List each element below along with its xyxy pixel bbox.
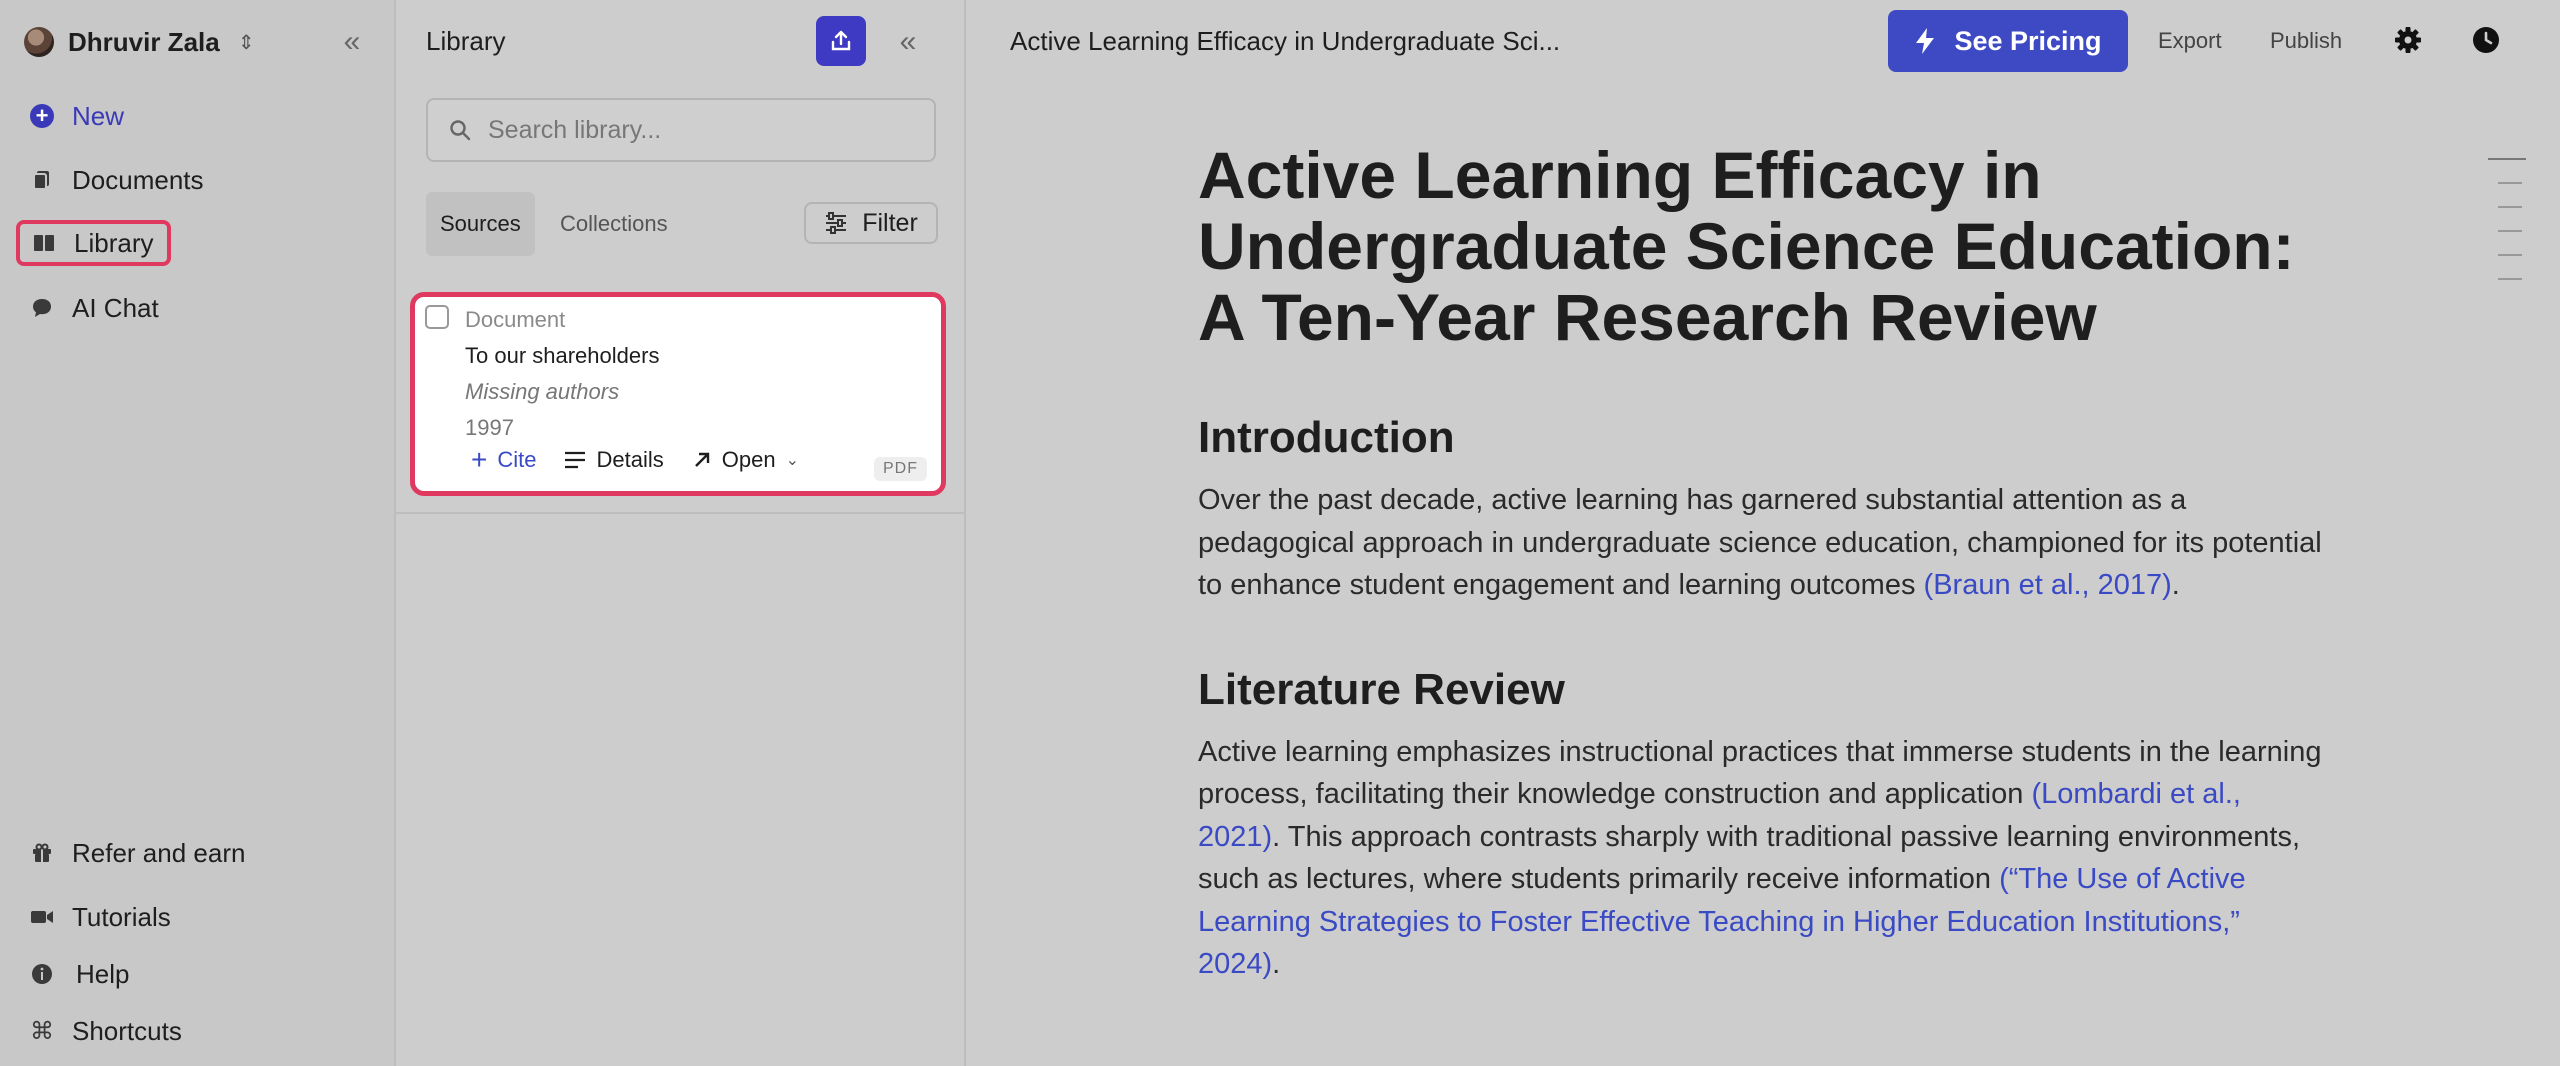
upload-button[interactable]: [816, 16, 866, 66]
nav-tutorials[interactable]: Tutorials: [20, 894, 185, 940]
nav-refer-and-earn[interactable]: Refer and earn: [20, 830, 259, 876]
nav-new-label: New: [72, 100, 125, 131]
outline-marker[interactable]: [2498, 206, 2522, 208]
nav-new[interactable]: + New: [20, 93, 138, 139]
search-input[interactable]: [488, 115, 908, 145]
details-button[interactable]: Details: [564, 447, 664, 473]
user-name: Dhruvir Zala: [68, 26, 220, 57]
nav-documents-label: Documents: [72, 164, 204, 195]
video-camera-icon: [30, 905, 54, 929]
open-label: Open: [721, 447, 776, 472]
source-checkbox[interactable]: [425, 305, 449, 329]
see-pricing-label: See Pricing: [1954, 25, 2102, 56]
library-title: Library: [426, 26, 506, 56]
search-library[interactable]: [426, 98, 936, 162]
chat-bubble-icon: [30, 296, 54, 320]
document-title-tab[interactable]: Active Learning Efficacy in Undergraduat…: [1010, 26, 1560, 57]
source-title: To our shareholders: [465, 343, 660, 368]
nav-documents[interactable]: Documents: [20, 157, 218, 203]
source-authors: Missing authors: [465, 379, 620, 404]
sliders-icon: [826, 212, 847, 234]
plus-icon: +: [471, 444, 488, 475]
nav-shortcuts-label: Shortcuts: [72, 1015, 182, 1046]
outline-minimap[interactable]: [2488, 158, 2526, 302]
collapse-library-button[interactable]: «: [888, 22, 928, 62]
list-icon: [565, 451, 586, 469]
source-year: 1997: [465, 415, 514, 440]
avatar: [24, 27, 54, 57]
lightning-icon: [1916, 28, 1935, 54]
pdf-badge: PDF: [874, 457, 927, 481]
open-button[interactable]: Open ⌄: [692, 447, 799, 473]
documents-icon: [30, 168, 54, 192]
outline-marker[interactable]: [2498, 254, 2522, 256]
chevron-up-down-icon: ⇕: [237, 31, 255, 54]
source-actions: + Cite Details Open ⌄: [465, 444, 799, 475]
see-pricing-button[interactable]: See Pricing: [1888, 10, 2128, 72]
chevron-down-icon: ⌄: [785, 452, 799, 469]
command-key-icon: ⌘: [30, 1017, 54, 1045]
clock-icon: [2473, 27, 2499, 53]
workspace-switcher[interactable]: Dhruvir Zala ⇕: [24, 22, 254, 62]
chevrons-left-icon: «: [899, 25, 917, 58]
section-heading: Literature Review: [1198, 664, 1565, 714]
nav-library-label: Library: [74, 227, 154, 258]
collapse-sidebar-button[interactable]: «: [332, 22, 372, 62]
source-card[interactable]: Document To our shareholders Missing aut…: [410, 292, 946, 496]
source-type: Document: [465, 307, 566, 332]
arrow-up-right-icon: [694, 452, 709, 467]
chevrons-left-icon: «: [343, 25, 361, 58]
section-paragraph: Over the past decade, active learning ha…: [1198, 479, 2328, 607]
tab-collections-label: Collections: [560, 211, 668, 236]
tab-sources-label: Sources: [440, 211, 521, 236]
upload-icon: [831, 30, 851, 51]
plus-circle-icon: +: [30, 104, 54, 128]
nav-help-label: Help: [76, 958, 130, 989]
document-title: Active Learning Efficacy in Undergraduat…: [1198, 138, 2295, 354]
outline-marker[interactable]: [2488, 158, 2526, 160]
divider: [396, 512, 966, 514]
tab-collections[interactable]: Collections: [546, 192, 682, 256]
outline-marker[interactable]: [2498, 278, 2522, 280]
library-book-icon: [32, 231, 56, 255]
info-circle-icon: [30, 962, 54, 986]
filter-label: Filter: [862, 208, 918, 237]
section-heading: Introduction: [1198, 413, 1455, 462]
citation-link[interactable]: (Braun et al., 2017): [1924, 569, 2172, 601]
nav-help[interactable]: Help: [20, 951, 143, 997]
nav-tutorials-label: Tutorials: [72, 901, 171, 932]
nav-library[interactable]: Library: [16, 220, 172, 266]
tab-sources[interactable]: Sources: [426, 192, 535, 256]
document-editor[interactable]: Active Learning Efficacy in Undergraduat…: [1198, 140, 2328, 1044]
outline-marker[interactable]: [2498, 182, 2522, 184]
outline-marker[interactable]: [2498, 230, 2522, 232]
nav-shortcuts[interactable]: ⌘ Shortcuts: [20, 1008, 196, 1054]
history-button[interactable]: [2468, 22, 2504, 58]
filter-button[interactable]: Filter: [804, 202, 938, 244]
details-label: Details: [596, 447, 664, 472]
publish-button[interactable]: Publish: [2270, 28, 2342, 54]
search-icon: [450, 120, 471, 141]
nav-ai-chat[interactable]: AI Chat: [20, 285, 173, 331]
library-panel: Library « Sources Collections Filter Doc…: [396, 0, 966, 1066]
paragraph-tail: .: [1272, 948, 1281, 980]
paragraph-tail: .: [2171, 569, 2180, 601]
left-sidebar: Dhruvir Zala ⇕ « + New Documents Library…: [0, 0, 396, 1066]
cite-button[interactable]: + Cite: [471, 444, 537, 475]
nav-refer-label: Refer and earn: [72, 837, 246, 868]
settings-button[interactable]: [2390, 22, 2426, 58]
nav-ai-chat-label: AI Chat: [72, 292, 159, 323]
gear-icon: [2395, 27, 2421, 53]
section-paragraph: Active learning emphasizes instructional…: [1198, 731, 2328, 986]
cite-label: Cite: [497, 447, 537, 472]
export-button[interactable]: Export: [2158, 28, 2222, 54]
gift-icon: [30, 841, 54, 865]
